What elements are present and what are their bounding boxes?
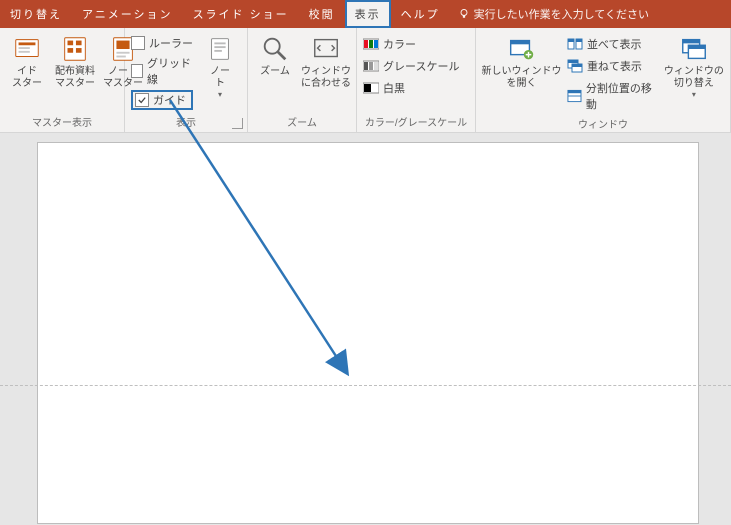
color-swatch-icon — [363, 36, 379, 52]
split-icon — [567, 88, 582, 104]
chevron-down-icon: ▾ — [692, 90, 696, 99]
switch-windows-icon — [679, 34, 709, 64]
slide-master-button[interactable]: イド スター — [6, 32, 48, 90]
group-color: カラー グレースケール 白黒 カラー/グレースケール — [357, 28, 476, 132]
cascade-button[interactable]: 重ねて表示 — [567, 56, 658, 76]
gridlines-checkbox[interactable]: グリッド線 — [131, 54, 193, 88]
slide-master-label: イド スター — [12, 66, 42, 90]
handout-master-button[interactable]: 配布資料 マスター — [54, 32, 96, 90]
tab-bar: 切り替え アニメーション スライド ショー 校閲 表示 ヘルプ 実行したい作業を… — [0, 0, 731, 28]
blackwhite-icon — [363, 80, 379, 96]
move-split-button[interactable]: 分割位置の移動 — [567, 78, 658, 114]
arrange-icon — [567, 36, 583, 52]
notes-pane-label: ノー ト — [210, 66, 230, 90]
new-window-icon — [506, 34, 536, 64]
group-window-label: ウィンドウ — [476, 114, 730, 134]
horizontal-guide[interactable] — [0, 385, 731, 386]
cascade-icon — [567, 58, 583, 74]
zoom-icon — [260, 34, 290, 64]
arrange-label: 並べて表示 — [587, 36, 642, 52]
tab-review[interactable]: 校閲 — [299, 0, 345, 28]
bw-button[interactable]: 白黒 — [363, 78, 459, 98]
fit-window-icon — [311, 34, 341, 64]
ruler-checkbox[interactable]: ルーラー — [131, 34, 193, 52]
group-window: 新しいウィンドウ を開く 並べて表示 重ねて表示 分割位置の移動 ウィンドウ — [476, 28, 731, 132]
handout-master-label: 配布資料 マスター — [55, 66, 95, 90]
tab-transitions[interactable]: 切り替え — [0, 0, 72, 28]
grayscale-button[interactable]: グレースケール — [363, 56, 459, 76]
dialog-launcher-icon[interactable] — [232, 118, 243, 129]
ribbon: イド スター 配布資料 マスター ノート マスター マスター表示 ルーラー — [0, 28, 731, 133]
checkbox-icon — [131, 64, 143, 78]
bw-label: 白黒 — [383, 80, 405, 96]
guides-checkbox[interactable]: ガイド — [131, 90, 193, 110]
fit-window-label: ウィンドウ に合わせる — [301, 66, 351, 90]
ruler-label: ルーラー — [149, 35, 193, 51]
move-split-label: 分割位置の移動 — [586, 80, 658, 112]
grayscale-icon — [363, 58, 379, 74]
tab-slideshow[interactable]: スライド ショー — [183, 0, 299, 28]
tab-view[interactable]: 表示 — [345, 0, 391, 28]
group-zoom: ズーム ウィンドウ に合わせる ズーム — [248, 28, 357, 132]
new-window-button[interactable]: 新しいウィンドウ を開く — [482, 32, 561, 90]
tell-me-label: 実行したい作業を入力してください — [474, 6, 649, 22]
slide[interactable] — [38, 143, 698, 523]
tab-help[interactable]: ヘルプ — [391, 0, 450, 28]
group-show: ルーラー グリッド線 ガイド ノー ト ▾ 表示 — [125, 28, 248, 132]
grayscale-label: グレースケール — [383, 58, 459, 74]
group-master-label: マスター表示 — [0, 112, 124, 132]
gridlines-label: グリッド線 — [147, 55, 193, 87]
switch-windows-button[interactable]: ウィンドウの 切り替え ▾ — [664, 32, 724, 99]
group-master: イド スター 配布資料 マスター ノート マスター マスター表示 — [0, 28, 125, 132]
arrange-all-button[interactable]: 並べて表示 — [567, 34, 658, 54]
group-zoom-label: ズーム — [248, 112, 356, 132]
fit-window-button[interactable]: ウィンドウ に合わせる — [302, 32, 350, 90]
checkbox-icon — [131, 36, 145, 50]
lightbulb-icon — [458, 8, 470, 20]
color-label: カラー — [383, 36, 416, 52]
zoom-label: ズーム — [260, 66, 290, 78]
new-window-label: 新しいウィンドウ を開く — [481, 66, 561, 90]
checkbox-checked-icon — [135, 93, 149, 107]
handout-master-icon — [60, 34, 90, 64]
notes-icon — [205, 34, 235, 64]
cascade-label: 重ねて表示 — [587, 58, 642, 74]
switch-windows-label: ウィンドウの 切り替え — [664, 66, 724, 90]
zoom-button[interactable]: ズーム — [254, 32, 296, 78]
notes-pane-button[interactable]: ノー ト ▾ — [199, 32, 241, 99]
group-color-label: カラー/グレースケール — [357, 112, 475, 132]
chevron-down-icon: ▾ — [218, 90, 222, 99]
color-button[interactable]: カラー — [363, 34, 459, 54]
tell-me[interactable]: 実行したい作業を入力してください — [450, 0, 657, 28]
group-show-label: 表示 — [125, 112, 247, 132]
guides-label: ガイド — [153, 92, 186, 108]
tab-animations[interactable]: アニメーション — [72, 0, 183, 28]
slide-master-icon — [12, 34, 42, 64]
